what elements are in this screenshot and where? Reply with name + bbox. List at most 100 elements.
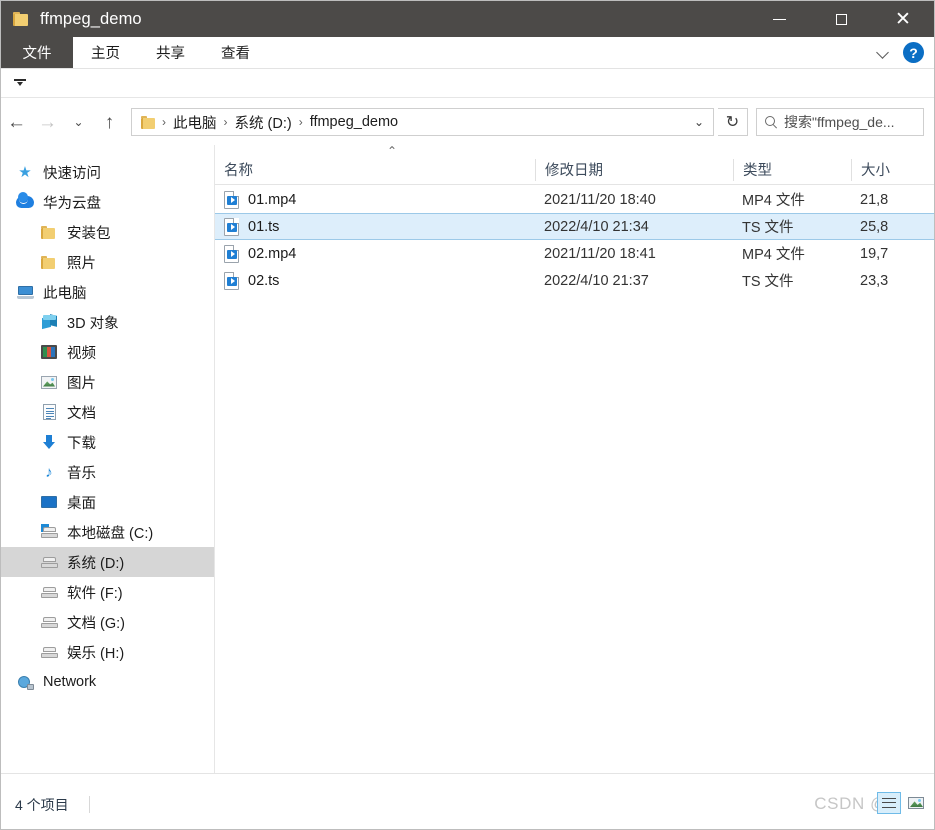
breadcrumb-ffmpeg-demo[interactable]: ffmpeg_demo: [306, 112, 402, 132]
folder-icon: [141, 115, 156, 129]
file-name: 01.ts: [248, 218, 280, 235]
sidebar-item-label: 软件 (F:): [67, 585, 123, 602]
file-type-cell: MP4 文件: [742, 193, 805, 209]
back-button[interactable]: ←: [1, 107, 32, 138]
close-button[interactable]: ✕: [872, 1, 934, 37]
sidebar-item-drive-g[interactable]: 文档 (G:): [1, 607, 214, 637]
file-list-pane: ⌃ 名称 修改日期 类型 大小 01.mp4 2021/11/20 18:40 …: [215, 145, 934, 775]
sidebar-item-installers[interactable]: 安装包: [1, 217, 214, 247]
pictures-icon: [39, 373, 59, 391]
arrow-right-icon: →: [38, 111, 57, 133]
up-button[interactable]: ↑: [94, 107, 125, 138]
arrow-left-icon: ←: [7, 111, 26, 133]
forward-button[interactable]: →: [32, 107, 63, 138]
sidebar-item-local-disk-c[interactable]: 本地磁盘 (C:): [1, 517, 214, 547]
details-view-icon: [882, 797, 896, 809]
minimize-icon: [772, 18, 786, 20]
column-header-date-modified[interactable]: 修改日期: [535, 158, 733, 181]
ribbon-tab-bar: 文件 主页 共享 查看 ?: [1, 37, 934, 69]
window-controls: ✕: [748, 1, 934, 37]
sidebar-item-label: 桌面: [67, 495, 96, 512]
sidebar-item-desktop[interactable]: 桌面: [1, 487, 214, 517]
sidebar-item-network[interactable]: Network: [1, 667, 214, 697]
thumbnail-view-button[interactable]: [904, 792, 928, 814]
drive-icon: [39, 553, 59, 571]
sidebar-item-label: 本地磁盘 (C:): [67, 525, 154, 542]
sidebar-item-downloads[interactable]: 下载: [1, 427, 214, 457]
sidebar-item-this-pc[interactable]: 此电脑: [1, 277, 214, 307]
breadcrumb[interactable]: › 此电脑 › 系统 (D:) › ffmpeg_demo ⌄: [131, 108, 714, 136]
file-name-cell: 01.mp4: [215, 190, 535, 209]
sidebar-item-music[interactable]: ♪ 音乐: [1, 457, 214, 487]
sidebar-item-videos[interactable]: 视频: [1, 337, 214, 367]
sidebar-item-label: 视频: [67, 345, 96, 362]
folder-icon: [39, 223, 59, 241]
customize-quick-access-icon[interactable]: [13, 76, 27, 90]
column-header-size[interactable]: 大小: [851, 158, 934, 181]
sidebar-item-photos[interactable]: 照片: [1, 247, 214, 277]
title-bar: ffmpeg_demo ✕: [1, 1, 934, 37]
table-row[interactable]: 02.mp4 2021/11/20 18:41 MP4 文件 19,7: [215, 240, 934, 267]
breadcrumb-drive-d[interactable]: 系统 (D:): [231, 110, 296, 135]
quick-access-toolbar: [1, 69, 934, 98]
help-icon[interactable]: ?: [903, 42, 924, 63]
table-row[interactable]: 02.ts 2022/4/10 21:37 TS 文件 23,3: [215, 267, 934, 294]
sidebar-item-quick-access[interactable]: ★ 快速访问: [1, 157, 214, 187]
arrow-up-icon: ↑: [104, 111, 115, 133]
file-date-cell: 2022/4/10 21:34: [544, 218, 649, 235]
music-icon: ♪: [45, 463, 53, 481]
chevron-down-icon[interactable]: [878, 47, 889, 58]
table-row[interactable]: 01.ts 2022/4/10 21:34 TS 文件 25,8: [215, 213, 934, 240]
column-header-name[interactable]: 名称: [215, 159, 535, 181]
tab-view[interactable]: 查看: [203, 37, 268, 68]
media-file-icon: [224, 190, 239, 209]
file-date-cell: 2021/11/20 18:40: [544, 191, 656, 208]
videos-icon: [39, 343, 59, 361]
maximize-icon: [835, 13, 847, 25]
sidebar-item-3d-objects[interactable]: 3D 对象: [1, 307, 214, 337]
column-header-type[interactable]: 类型: [733, 158, 851, 181]
maximize-button[interactable]: [810, 1, 872, 37]
sidebar-item-drive-f[interactable]: 软件 (F:): [1, 577, 214, 607]
status-divider: [89, 796, 90, 813]
refresh-icon: ↻: [725, 114, 740, 131]
status-bar: 4 个项目 CSDN @: [1, 773, 934, 829]
tab-share[interactable]: 共享: [138, 37, 203, 68]
search-input[interactable]: 搜索"ffmpeg_de...: [756, 108, 924, 136]
documents-icon: [39, 403, 59, 421]
cloud-icon: [15, 192, 35, 211]
sidebar-item-label: 快速访问: [43, 165, 101, 182]
tab-file[interactable]: 文件: [1, 37, 73, 68]
chevron-down-icon: ⌄: [73, 115, 84, 129]
recent-locations-button[interactable]: ⌄: [63, 107, 94, 138]
view-mode-buttons: [877, 792, 928, 814]
file-name-cell: 02.ts: [215, 271, 535, 290]
sidebar-item-documents[interactable]: 文档: [1, 397, 214, 427]
sidebar-item-label: 系统 (D:): [67, 555, 125, 572]
minimize-button[interactable]: [748, 1, 810, 37]
file-name-cell: 01.ts: [215, 217, 535, 236]
file-type-cell: TS 文件: [742, 220, 794, 236]
breadcrumb-this-pc[interactable]: 此电脑: [169, 110, 221, 135]
table-row[interactable]: 01.mp4 2021/11/20 18:40 MP4 文件 21,8: [215, 186, 934, 213]
address-dropdown-icon[interactable]: ⌄: [687, 109, 711, 135]
downloads-icon: [39, 433, 59, 451]
folder-icon: [13, 11, 30, 27]
drive-icon: [39, 583, 59, 601]
sidebar-item-label: 下载: [67, 435, 96, 452]
sidebar-item-label: 文档: [67, 405, 96, 422]
thumbnail-view-icon: [908, 797, 924, 809]
tab-home[interactable]: 主页: [73, 37, 138, 68]
refresh-button[interactable]: ↻: [718, 108, 748, 136]
media-file-icon: [224, 244, 239, 263]
file-size-cell: 21,8: [860, 191, 889, 208]
sidebar-item-huawei-cloud[interactable]: 华为云盘: [1, 187, 214, 217]
sidebar-item-pictures[interactable]: 图片: [1, 367, 214, 397]
sidebar-item-label: Network: [43, 674, 97, 690]
file-size-cell: 25,8: [860, 218, 889, 235]
file-date-cell: 2022/4/10 21:37: [544, 272, 649, 289]
file-name: 01.mp4: [248, 191, 297, 208]
details-view-button[interactable]: [877, 792, 901, 814]
sidebar-item-drive-h[interactable]: 娱乐 (H:): [1, 637, 214, 667]
sidebar-item-drive-d[interactable]: 系统 (D:): [1, 547, 214, 577]
